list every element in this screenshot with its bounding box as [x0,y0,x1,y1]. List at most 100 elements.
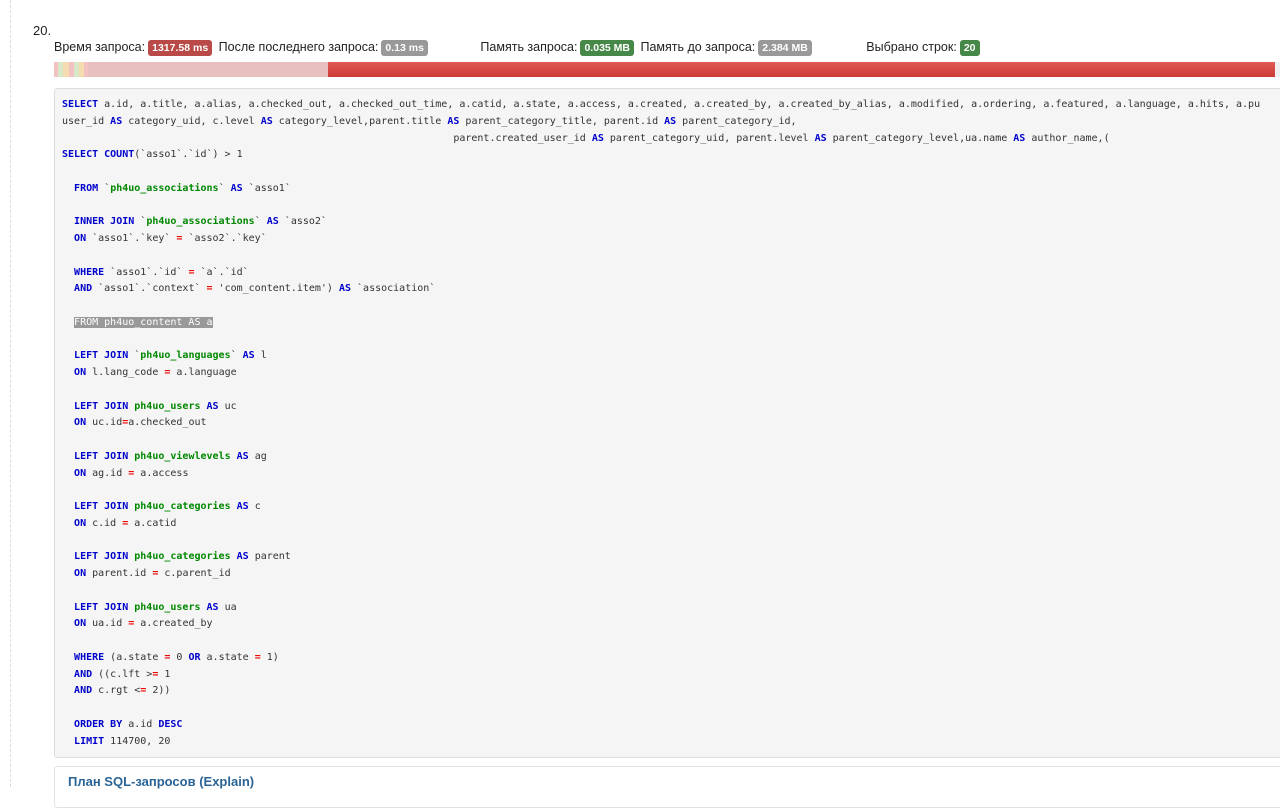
sql-text: c [248,501,261,512]
sql-text: `asso2`.`key` [182,233,267,244]
sql-text: `a`.`id` [194,266,249,278]
timeline-segment [88,62,328,77]
sql-text: a.id, a.title, a.alias, a.checked_out, a… [98,99,1261,110]
sql-keyword: AS [591,132,604,144]
sql-text: `asso1`.`key` [86,233,177,244]
since-last-label: После последнего запроса: [218,40,379,54]
sql-text: 1 [158,668,171,680]
sql-text: a.access [134,467,189,479]
sql-text: uc [218,400,237,412]
sql-text: l.lang_code [86,367,165,378]
sql-line: LEFT JOIN `ph4uo_languages` AS l [62,350,267,361]
sql-table-name: ph4uo_associations [146,216,255,228]
sql-keyword: ON [74,367,87,378]
sql-line: ON ua.id = a.created_by [62,618,213,629]
sql-text: a.id [122,718,159,730]
sql-table-name: ph4uo_viewlevels [134,450,231,462]
sql-line: ON l.lang_code = a.language [62,367,237,378]
sql-table-name: ph4uo_categories [134,501,231,512]
sql-text: ` [98,182,111,194]
sql-text: `asso1`.`context` [92,283,207,295]
sql-line: ON ag.id = a.access [62,468,188,479]
sql-text: parent_category_title, parent.id [459,115,665,127]
sql-keyword: AS [110,115,123,127]
sql-text: ` [128,350,141,362]
sql-keyword: AS [260,115,273,127]
sql-table-name: ph4uo_languages [140,350,231,362]
sql-line: WHERE `asso1`.`id` = `a`.`id` [62,267,249,278]
sql-line: FROM `ph4uo_associations` AS `asso1` [62,183,291,194]
sql-keyword: DESC [158,718,183,730]
sql-keyword: OR [188,651,201,663]
sql-text: parent_category_id, [676,115,797,127]
sql-text: (a.state [104,651,165,663]
sql-keyword: AS [236,551,249,563]
sql-keyword: ON [74,233,87,244]
query-timeline-bar [54,62,1280,77]
sql-line: ON c.id = a.catid [62,518,176,529]
sql-keyword: AS [664,115,677,127]
sql-text: a.catid [128,517,177,529]
sql-keyword: AS [266,216,279,228]
sql-text: c.rgt < [92,685,141,697]
sql-keyword: SELECT [62,99,99,110]
sql-keyword: LEFT JOIN [74,601,129,613]
sql-keyword: ON [74,568,87,579]
sql-line: AND `asso1`.`context` = 'com_content.ite… [62,283,435,294]
rows-selected-badge: 20 [959,40,980,56]
sql-keyword: ORDER BY [74,718,123,730]
sql-query-text: SELECT a.id, a.title, a.alias, a.checked… [55,89,1280,750]
query-time-badge: 1317.58 ms [148,40,213,56]
sql-keyword: WHERE [74,266,105,278]
sql-line: FROM ph4uo_content AS a [62,316,213,328]
sql-text: uc.id [86,417,123,429]
sql-text: ag.id [86,467,129,479]
sql-keyword: ON [74,618,87,630]
sql-keyword: AS [1013,132,1026,144]
sql-text: 1) [260,651,279,663]
sql-line: ON `asso1`.`key` = `asso2`.`key` [62,233,267,244]
explain-panel: План SQL-запросов (Explain) [54,766,1280,808]
sql-text: (`asso1`.`id`) > 1 [134,149,243,161]
sql-keyword: AS [206,601,219,613]
sql-keyword: AS [236,450,249,462]
sql-line: user_id AS category_uid, c.level AS cate… [62,116,797,127]
sql-text: ` [134,216,147,228]
sql-keyword: FROM [74,182,99,194]
since-last-badge: 0.13 ms [381,40,428,56]
sql-text: category_level,parent.title [272,115,448,127]
sql-keyword: AS [338,283,352,295]
sql-line: AND c.rgt <= 2)) [62,685,170,696]
sql-text: ` [218,182,231,194]
sql-keyword: AS [206,400,219,412]
sql-table-name: ph4uo_users [134,400,201,412]
sql-text: ag [248,450,267,462]
sql-keyword: AND [74,685,93,697]
sql-text: author_name,( [1025,132,1110,144]
sql-keyword: AS [814,132,827,144]
sql-highlight: FROM ph4uo_content AS a [74,316,213,328]
sql-line: LEFT JOIN ph4uo_users AS uc [62,401,237,412]
sql-keyword: LIMIT [74,735,105,747]
sql-text: parent [248,551,291,563]
sql-keyword: WHERE [74,651,105,663]
sql-keyword: LEFT JOIN [74,501,129,512]
sql-keyword: LEFT JOIN [74,400,129,412]
